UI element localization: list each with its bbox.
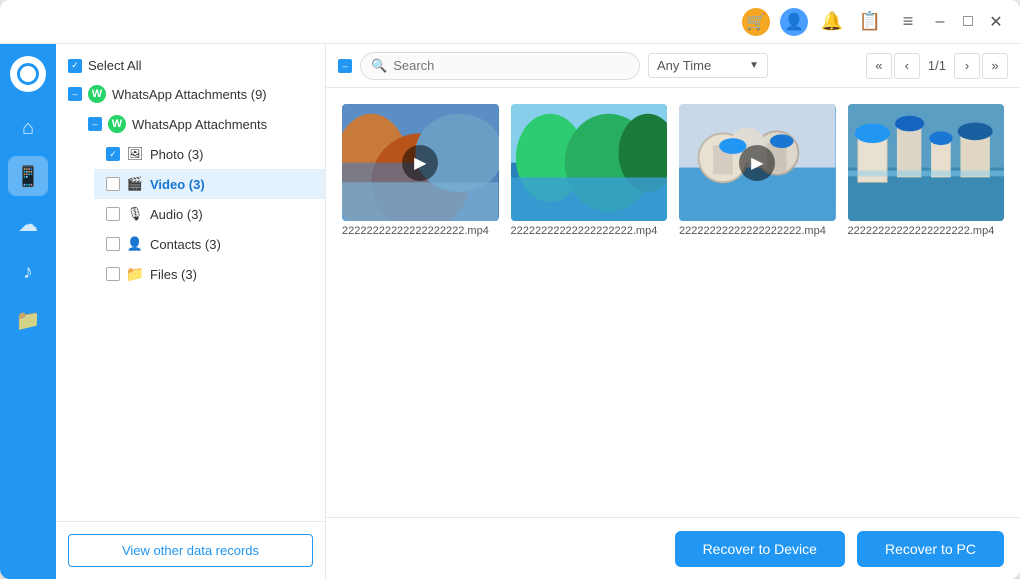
nav-cloud[interactable]: ☁ <box>8 204 48 244</box>
time-filter-dropdown[interactable]: Any Time ▼ <box>648 53 768 78</box>
menu-icon[interactable]: ≡ <box>894 8 922 36</box>
whatsapp-9-item[interactable]: – W WhatsApp Attachments (9) <box>56 79 325 109</box>
photo-item[interactable]: ✓ 🖼 Photo (3) <box>94 139 325 169</box>
bottom-bar: Recover to Device Recover to PC <box>326 517 1020 579</box>
media-filename: 22222222222222222222.mp4 <box>848 225 1005 237</box>
user-icon[interactable]: 👤 <box>780 8 808 36</box>
cart-icon[interactable]: 🛒 <box>742 8 770 36</box>
tree-bottom: View other data records <box>56 521 325 579</box>
app-window: 🛒 👤 🔔 📋 ≡ – □ ✕ ⌂ 📱 ☁ ♪ 📁 <box>0 0 1020 579</box>
content-toolbar: – 🔍 Any Time ▼ « ‹ 1/1 › » <box>326 44 1020 88</box>
nav-music[interactable]: ♪ <box>8 252 48 292</box>
whatsapp-icon: W <box>88 85 106 103</box>
logo-inner <box>17 63 39 85</box>
media-thumbnail[interactable] <box>848 104 1005 221</box>
whatsapp-9-checkbox[interactable]: – <box>68 87 82 101</box>
photo-label: Photo (3) <box>150 147 203 162</box>
play-button[interactable]: ▶ <box>402 145 438 181</box>
video-icon: 🎬 <box>126 175 144 193</box>
photo-icon: 🖼 <box>126 145 144 163</box>
whatsapp-sub-checkbox[interactable]: – <box>88 117 102 131</box>
audio-checkbox[interactable] <box>106 207 120 221</box>
files-checkbox[interactable] <box>106 267 120 281</box>
window-controls: – □ ✕ <box>928 10 1008 34</box>
video-checkbox[interactable] <box>106 177 120 191</box>
video-item[interactable]: 🎬 Video (3) <box>94 169 325 199</box>
recover-to-pc-button[interactable]: Recover to PC <box>857 531 1004 567</box>
search-box: 🔍 <box>360 52 640 80</box>
media-item: ▶ 22222222222222222222.mp4 <box>679 104 836 237</box>
whatsapp-sub-item[interactable]: – W WhatsApp Attachments <box>76 109 325 139</box>
nav-phone[interactable]: 📱 <box>8 156 48 196</box>
whatsapp-9-label: WhatsApp Attachments (9) <box>112 87 267 102</box>
media-thumbnail[interactable] <box>511 104 668 221</box>
maximize-button[interactable]: □ <box>956 10 980 34</box>
media-filename: 22222222222222222222.mp4 <box>511 225 668 237</box>
first-page-button[interactable]: « <box>866 53 892 79</box>
clipboard-icon[interactable]: 📋 <box>856 8 884 36</box>
pagination: « ‹ 1/1 › » <box>866 53 1008 79</box>
select-all-label: Select All <box>88 58 141 73</box>
content-grid: ▶ 22222222222222222222.mp4 <box>326 88 1020 517</box>
tree-sidebar: ✓ Select All – W WhatsApp Attachments (9… <box>56 44 326 579</box>
title-bar-icons: 🛒 👤 🔔 📋 ≡ <box>742 8 922 36</box>
view-other-button[interactable]: View other data records <box>68 534 313 567</box>
media-item: 22222222222222222222.mp4 <box>511 104 668 237</box>
media-thumbnail[interactable]: ▶ <box>342 104 499 221</box>
recover-to-device-button[interactable]: Recover to Device <box>675 531 845 567</box>
bell-icon[interactable]: 🔔 <box>818 8 846 36</box>
chevron-down-icon: ▼ <box>749 60 759 71</box>
audio-label: Audio (3) <box>150 207 203 222</box>
select-all-item[interactable]: ✓ Select All <box>56 52 325 79</box>
files-label: Files (3) <box>150 267 197 282</box>
media-filename: 22222222222222222222.mp4 <box>342 225 499 237</box>
title-bar: 🛒 👤 🔔 📋 ≡ – □ ✕ <box>0 0 1020 44</box>
contacts-checkbox[interactable] <box>106 237 120 251</box>
media-grid: ▶ 22222222222222222222.mp4 <box>342 104 1004 237</box>
media-item: ▶ 22222222222222222222.mp4 <box>342 104 499 237</box>
whatsapp-sub-icon: W <box>108 115 126 133</box>
nav-home[interactable]: ⌂ <box>8 108 48 148</box>
audio-icon: 🎙 <box>126 205 144 223</box>
minimize-button[interactable]: – <box>928 10 952 34</box>
contacts-icon: 👤 <box>126 235 144 253</box>
whatsapp-sub-label: WhatsApp Attachments <box>132 117 267 132</box>
toolbar-select-all-checkbox[interactable]: – <box>338 59 352 73</box>
time-filter-label: Any Time <box>657 58 711 73</box>
nav-folder[interactable]: 📁 <box>8 300 48 340</box>
prev-page-button[interactable]: ‹ <box>894 53 920 79</box>
nav-sidebar: ⌂ 📱 ☁ ♪ 📁 <box>0 44 56 579</box>
media-filename: 22222222222222222222.mp4 <box>679 225 836 237</box>
photo-checkbox[interactable]: ✓ <box>106 147 120 161</box>
main-layout: ⌂ 📱 ☁ ♪ 📁 ✓ Select All – W Wha <box>0 44 1020 579</box>
content-area: – 🔍 Any Time ▼ « ‹ 1/1 › » <box>326 44 1020 579</box>
play-button[interactable]: ▶ <box>739 145 775 181</box>
files-item[interactable]: 📁 Files (3) <box>94 259 325 289</box>
video-label: Video (3) <box>150 177 205 192</box>
next-page-button[interactable]: › <box>954 53 980 79</box>
close-button[interactable]: ✕ <box>984 10 1008 34</box>
last-page-button[interactable]: » <box>982 53 1008 79</box>
media-thumbnail[interactable]: ▶ <box>679 104 836 221</box>
contacts-label: Contacts (3) <box>150 237 221 252</box>
app-logo <box>10 56 46 92</box>
select-all-checkbox[interactable]: ✓ <box>68 59 82 73</box>
search-icon: 🔍 <box>371 58 387 74</box>
media-item: 22222222222222222222.mp4 <box>848 104 1005 237</box>
tree-content: ✓ Select All – W WhatsApp Attachments (9… <box>56 44 325 521</box>
page-info: 1/1 <box>922 58 952 73</box>
contacts-item[interactable]: 👤 Contacts (3) <box>94 229 325 259</box>
search-input[interactable] <box>393 58 629 73</box>
audio-item[interactable]: 🎙 Audio (3) <box>94 199 325 229</box>
files-icon: 📁 <box>126 265 144 283</box>
